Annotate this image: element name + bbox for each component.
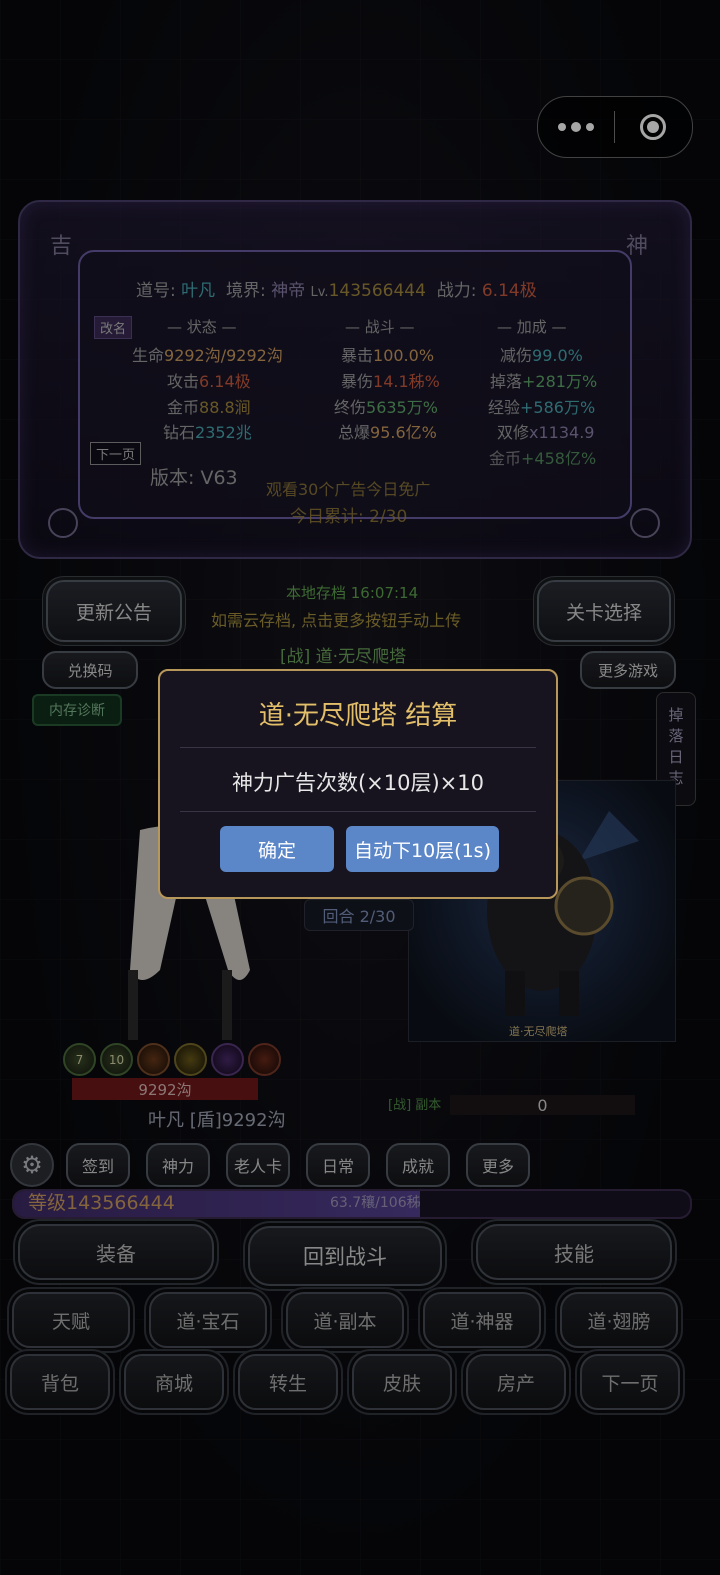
modal-divider-top bbox=[180, 747, 536, 748]
modal-message: 神力广告次数(×10层)×10 bbox=[231, 771, 485, 795]
auto-next-10-button[interactable]: 自动下10层(1s) bbox=[346, 826, 499, 872]
modal-title: 道·无尽爬塔 结算 bbox=[258, 701, 458, 731]
settlement-modal: 道·无尽爬塔 结算 神力广告次数(×10层)×10 确定 自动下10层(1s) bbox=[158, 669, 558, 899]
modal-divider-bottom bbox=[180, 811, 536, 812]
confirm-button[interactable]: 确定 bbox=[220, 826, 334, 872]
